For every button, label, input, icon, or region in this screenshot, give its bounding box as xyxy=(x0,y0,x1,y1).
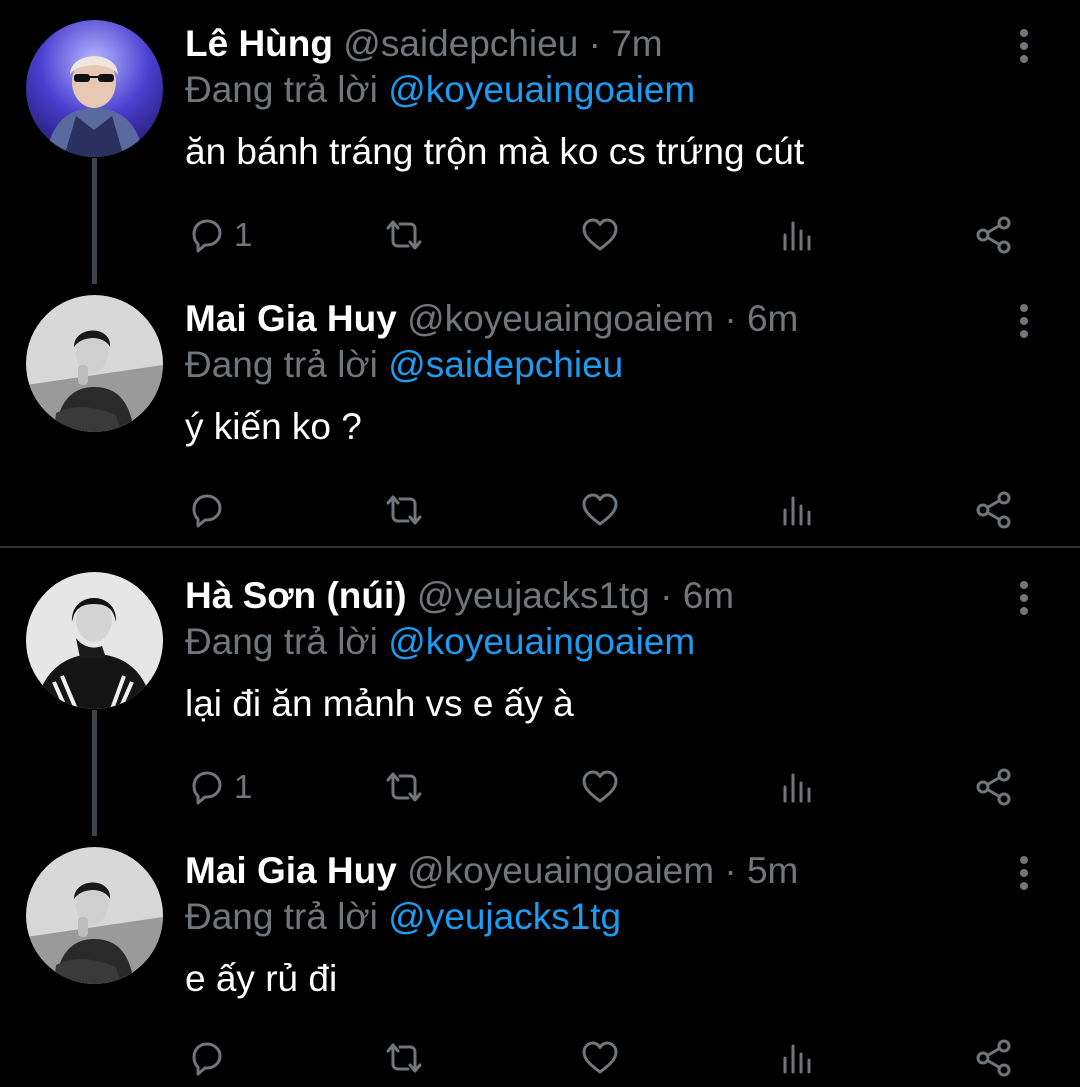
retweet-button[interactable] xyxy=(382,1033,426,1083)
share-icon xyxy=(974,1038,1014,1078)
reply-to-handle[interactable]: @koyeuaingoaiem xyxy=(388,621,695,662)
more-vertical-icon[interactable] xyxy=(1010,855,1038,891)
analytics-icon xyxy=(777,215,817,255)
separator-dot: · xyxy=(588,23,601,64)
reply-to-handle[interactable]: @yeujacks1tg xyxy=(388,896,621,937)
user-handle[interactable]: @koyeuaingoaiem xyxy=(407,298,714,339)
tweet-actions xyxy=(0,485,1080,535)
timestamp[interactable]: 7m xyxy=(611,23,662,64)
retweet-button[interactable] xyxy=(382,210,426,260)
tweet-actions xyxy=(0,1033,1080,1083)
reply-to-handle[interactable]: @saidepchieu xyxy=(388,344,623,385)
retweet-icon xyxy=(382,490,426,530)
reply-icon xyxy=(186,490,226,530)
reply-prefix: Đang trả lời xyxy=(185,621,378,662)
share-button[interactable] xyxy=(974,762,1014,812)
heart-icon xyxy=(580,1038,620,1078)
tweet-header: Mai Gia Huy @koyeuaingoaiem · 6m xyxy=(185,295,798,343)
avatar[interactable] xyxy=(26,847,163,984)
tweet-text: e ấy rủ đi xyxy=(185,958,338,999)
tweet[interactable]: Mai Gia Huy @koyeuaingoaiem · 5m Đang tr… xyxy=(0,847,1080,1087)
more-vertical-icon[interactable] xyxy=(1010,580,1038,616)
share-button[interactable] xyxy=(974,485,1014,535)
share-button[interactable] xyxy=(974,210,1014,260)
display-name[interactable]: Mai Gia Huy xyxy=(185,850,397,891)
reply-button[interactable] xyxy=(186,1033,234,1083)
tweet-text: ăn bánh tráng trộn mà ko cs trứng cút xyxy=(185,131,805,172)
tweet-actions: 1 xyxy=(0,210,1080,260)
avatar[interactable] xyxy=(26,572,163,709)
reply-prefix: Đang trả lời xyxy=(185,344,378,385)
tweet[interactable]: Mai Gia Huy @koyeuaingoaiem · 6m Đang tr… xyxy=(0,295,1080,545)
like-button[interactable] xyxy=(580,762,620,812)
tweet[interactable]: Lê Hùng @saidepchieu · 7m Đang trả lời @… xyxy=(0,20,1080,270)
analytics-icon xyxy=(777,490,817,530)
avatar[interactable] xyxy=(26,295,163,432)
thread-divider xyxy=(0,546,1080,548)
tweet[interactable]: Hà Sơn (núi) @yeujacks1tg · 6m Đang trả … xyxy=(0,572,1080,822)
reply-icon xyxy=(186,1038,226,1078)
heart-icon xyxy=(580,215,620,255)
heart-icon xyxy=(580,767,620,807)
tweet-actions: 1 xyxy=(0,762,1080,812)
separator-dot: · xyxy=(724,298,737,339)
tweet-text: lại đi ăn mảnh vs e ấy à xyxy=(185,683,574,724)
share-icon xyxy=(974,215,1014,255)
user-handle[interactable]: @saidepchieu xyxy=(343,23,578,64)
tweet-header: Hà Sơn (núi) @yeujacks1tg · 6m xyxy=(185,572,734,620)
like-button[interactable] xyxy=(580,210,620,260)
timestamp[interactable]: 6m xyxy=(747,298,798,339)
replying-to: Đang trả lời @saidepchieu xyxy=(185,343,623,387)
tweet-header: Mai Gia Huy @koyeuaingoaiem · 5m xyxy=(185,847,798,895)
display-name[interactable]: Hà Sơn (núi) xyxy=(185,575,407,616)
share-button[interactable] xyxy=(974,1033,1014,1083)
views-button[interactable] xyxy=(777,762,817,812)
user-handle[interactable]: @koyeuaingoaiem xyxy=(407,850,714,891)
separator-dot: · xyxy=(660,575,673,616)
more-vertical-icon[interactable] xyxy=(1010,28,1038,64)
reply-icon xyxy=(186,215,226,255)
tweet-header: Lê Hùng @saidepchieu · 7m xyxy=(185,20,663,68)
user-handle[interactable]: @yeujacks1tg xyxy=(417,575,650,616)
timestamp[interactable]: 5m xyxy=(747,850,798,891)
reply-button[interactable] xyxy=(186,485,234,535)
tweet-text: ý kiến ko ? xyxy=(185,406,362,447)
reply-to-handle[interactable]: @koyeuaingoaiem xyxy=(388,69,695,110)
reply-count: 1 xyxy=(234,216,253,253)
views-button[interactable] xyxy=(777,485,817,535)
share-icon xyxy=(974,767,1014,807)
display-name[interactable]: Mai Gia Huy xyxy=(185,298,397,339)
heart-icon xyxy=(580,490,620,530)
replying-to: Đang trả lời @koyeuaingoaiem xyxy=(185,68,695,112)
timestamp[interactable]: 6m xyxy=(683,575,734,616)
views-button[interactable] xyxy=(777,1033,817,1083)
reply-button[interactable]: 1 xyxy=(186,210,252,260)
reply-button[interactable]: 1 xyxy=(186,762,252,812)
retweet-button[interactable] xyxy=(382,485,426,535)
views-button[interactable] xyxy=(777,210,817,260)
like-button[interactable] xyxy=(580,1033,620,1083)
reply-prefix: Đang trả lời xyxy=(185,896,378,937)
retweet-icon xyxy=(382,767,426,807)
reply-count: 1 xyxy=(234,768,253,805)
replying-to: Đang trả lời @yeujacks1tg xyxy=(185,895,621,939)
retweet-icon xyxy=(382,1038,426,1078)
share-icon xyxy=(974,490,1014,530)
like-button[interactable] xyxy=(580,485,620,535)
avatar[interactable] xyxy=(26,20,163,157)
more-vertical-icon[interactable] xyxy=(1010,303,1038,339)
retweet-icon xyxy=(382,215,426,255)
replying-to: Đang trả lời @koyeuaingoaiem xyxy=(185,620,695,664)
separator-dot: · xyxy=(724,850,737,891)
analytics-icon xyxy=(777,1038,817,1078)
retweet-button[interactable] xyxy=(382,762,426,812)
reply-icon xyxy=(186,767,226,807)
display-name[interactable]: Lê Hùng xyxy=(185,23,333,64)
reply-prefix: Đang trả lời xyxy=(185,69,378,110)
analytics-icon xyxy=(777,767,817,807)
